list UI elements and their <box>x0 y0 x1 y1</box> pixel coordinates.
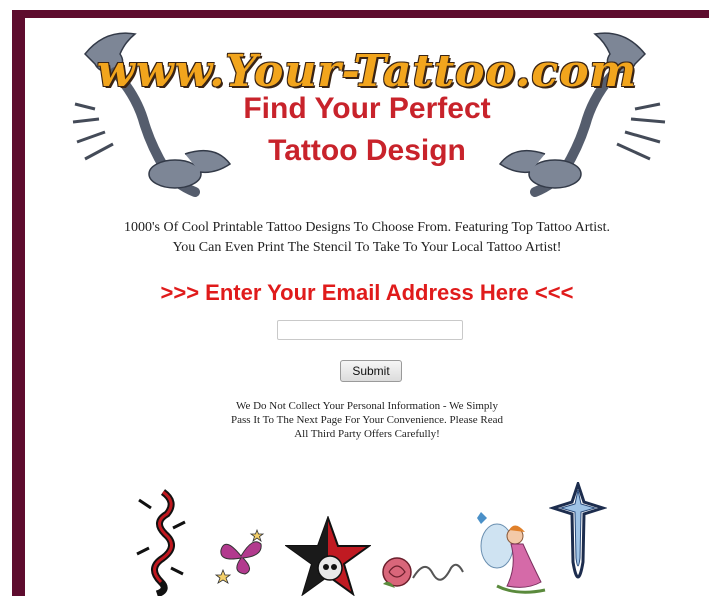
tagline-line-2: You Can Even Print The Stencil To Take T… <box>172 240 562 255</box>
privacy-notice: We Do Not Collect Your Personal Informat… <box>25 399 709 441</box>
headline-line-2: Tattoo Design <box>268 134 466 167</box>
fairy-tattoo-icon <box>477 512 546 594</box>
tagline-line-1: 1000's Of Cool Printable Tattoo Designs … <box>123 220 610 235</box>
submit-button[interactable]: Submit <box>340 360 402 382</box>
rose-script-tattoo-icon <box>382 557 464 588</box>
site-logo-text: www.Your-Tattoo.com <box>96 46 638 97</box>
landing-page: www.Your-Tattoo.com Find Your Perfect Ta… <box>25 18 709 596</box>
headline-line-1: Find Your Perfect <box>243 92 491 125</box>
tagline: 1000's Of Cool Printable Tattoo Designs … <box>25 218 709 258</box>
butterfly-stars-tattoo-icon <box>214 528 265 584</box>
email-call-to-action: >>> Enter Your Email Address Here <<< <box>160 280 574 305</box>
tribal-cross-tattoo-icon <box>549 482 607 579</box>
privacy-notice-line-3: All Third Party Offers Carefully! <box>294 428 440 440</box>
window-left-strip <box>0 0 12 596</box>
email-input[interactable] <box>277 320 463 340</box>
privacy-notice-line-1: We Do Not Collect Your Personal Informat… <box>235 400 498 412</box>
tattoo-gallery <box>25 478 709 596</box>
privacy-notice-line-2: Pass It To The Next Page For Your Conven… <box>231 414 503 426</box>
dragon-tattoo-icon <box>136 489 186 596</box>
window-top-strip <box>0 0 709 10</box>
header-banner: www.Your-Tattoo.com Find Your Perfect Ta… <box>25 18 709 208</box>
skull-star-tattoo-icon <box>285 516 371 596</box>
